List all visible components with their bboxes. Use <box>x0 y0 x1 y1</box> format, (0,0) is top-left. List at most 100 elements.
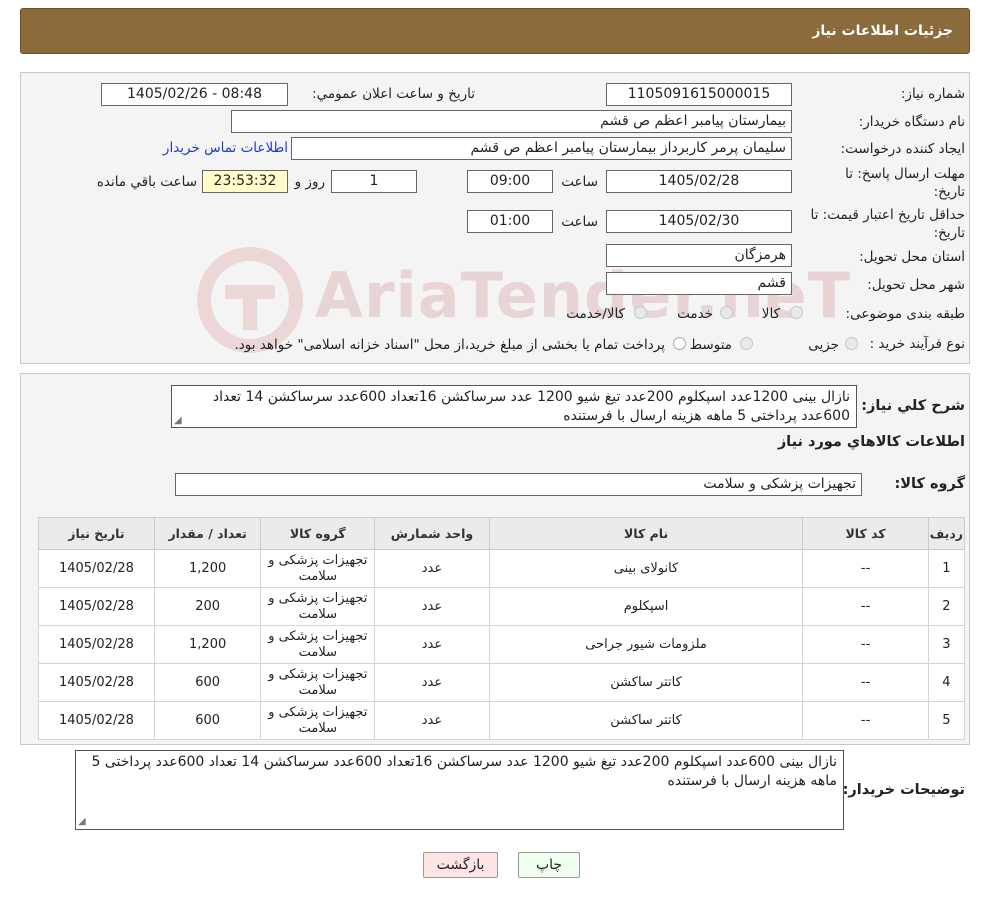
province-field: هرمزگان <box>606 244 792 267</box>
deadline-time-field: 09:00 <box>467 170 553 193</box>
cell-quantity: 1,200 <box>153 549 262 588</box>
buyer-contact-link[interactable]: اطلاعات تماس خریدار <box>163 140 288 156</box>
process-note: پرداخت تمام یا بخشی از مبلغ خرید،از محل … <box>234 337 665 353</box>
announce-datetime-field: 1405/02/26 - 08:48 <box>101 83 288 106</box>
summary-resize-handle-icon[interactable]: ◢ <box>174 416 184 426</box>
cell-group: تجهیزات پزشکی و سلامت <box>260 663 376 702</box>
cell-date: 1405/02/28 <box>38 587 155 626</box>
cell-quantity: 600 <box>153 663 262 702</box>
table-header-row: ردیف کد کالا نام کالا واحد شمارش گروه کا… <box>38 517 966 550</box>
cell-row-number: 5 <box>927 701 966 740</box>
buyer-org-field: بیمارستان پیامبر اعظم ص قشم <box>231 110 792 133</box>
cell-row-number: 4 <box>927 663 966 702</box>
table-row: 2 -- اسپکلوم عدد تجهیزات پزشکی و سلامت 2… <box>38 587 966 626</box>
remaining-time-field: 23:53:32 <box>202 170 288 193</box>
buyer-notes-resize-handle-icon[interactable]: ◢ <box>78 817 88 827</box>
cell-date: 1405/02/28 <box>38 625 155 664</box>
cell-name: ملزومات شیور جراحی <box>488 625 804 664</box>
cell-unit: عدد <box>374 625 490 664</box>
summary-text: نازال بینی 1200عدد اسپکلوم 200عدد تیغ شی… <box>212 389 850 424</box>
validity-time-field: 01:00 <box>467 210 553 233</box>
cell-unit: عدد <box>374 549 490 588</box>
deadline-label: مهلت ارسال پاسخ: تا <box>845 166 965 182</box>
table-row: 5 -- کاتتر ساکشن عدد تجهیزات پزشکی و سلا… <box>38 701 966 740</box>
summary-textarea[interactable]: نازال بینی 1200عدد اسپکلوم 200عدد تیغ شی… <box>171 385 857 428</box>
process-label: نوع فرآیند خرید : <box>869 336 965 352</box>
print-button[interactable]: چاپ <box>518 852 580 878</box>
cell-quantity: 1,200 <box>153 625 262 664</box>
validity-date-field: 1405/02/30 <box>606 210 792 233</box>
goods-group-label: گروه کالا: <box>894 476 965 492</box>
page-title: جزئیات اطلاعات نیاز <box>812 23 953 39</box>
cell-row-number: 3 <box>927 625 966 664</box>
cell-group: تجهیزات پزشکی و سلامت <box>260 701 376 740</box>
days-label: روز و <box>294 174 325 190</box>
category-radio-goods-service[interactable] <box>634 306 647 319</box>
deadline-label-date: تاریخ: <box>933 184 965 200</box>
cell-row-number: 1 <box>927 549 966 588</box>
col-header-row-number: ردیف <box>927 517 966 550</box>
goods-section-title: اطلاعات کالاهاي مورد نیاز <box>777 434 965 450</box>
cell-date: 1405/02/28 <box>38 549 155 588</box>
buyer-notes-textarea[interactable]: نازال بینی 600عدد اسپکلوم 200عدد تیغ شیو… <box>75 750 844 830</box>
need-number-label: شماره نیاز: <box>900 86 965 102</box>
cell-code: -- <box>802 549 929 588</box>
goods-group-field: تجهیزات پزشکی و سلامت <box>175 473 862 496</box>
category-radio-goods[interactable] <box>790 306 803 319</box>
deadline-time-label: ساعت <box>561 174 598 190</box>
buyer-org-label: نام دستگاه خریدار: <box>858 114 965 130</box>
cell-unit: عدد <box>374 663 490 702</box>
cell-name: کانولای بینی <box>488 549 804 588</box>
process-option-medium: متوسط <box>689 337 732 353</box>
process-radio-minor[interactable] <box>845 337 858 350</box>
treasury-checkbox[interactable] <box>673 337 686 350</box>
days-remaining-field: 1 <box>331 170 417 193</box>
buyer-notes-label: توضیحات خریدار: <box>842 782 965 798</box>
cell-group: تجهیزات پزشکی و سلامت <box>260 587 376 626</box>
cell-date: 1405/02/28 <box>38 701 155 740</box>
cell-unit: عدد <box>374 701 490 740</box>
process-option-minor: جزیی <box>808 337 839 353</box>
back-button[interactable]: بازگشت <box>423 852 498 878</box>
creator-label: ایجاد کننده درخواست: <box>840 141 965 157</box>
process-radio-medium[interactable] <box>740 337 753 350</box>
table-row: 4 -- کاتتر ساکشن عدد تجهیزات پزشکی و سلا… <box>38 663 966 702</box>
category-option-goods-service: کالا/خدمت <box>566 306 625 322</box>
col-header-quantity: تعداد / مقدار <box>153 517 262 550</box>
table-row: 3 -- ملزومات شیور جراحی عدد تجهیزات پزشک… <box>38 625 966 664</box>
province-label: استان محل تحویل: <box>859 249 965 265</box>
validity-time-label: ساعت <box>561 214 598 230</box>
category-option-service: خدمت <box>677 306 713 322</box>
cell-date: 1405/02/28 <box>38 663 155 702</box>
col-header-date: تاریخ نیاز <box>38 517 155 550</box>
cell-unit: عدد <box>374 587 490 626</box>
col-header-name: نام کالا <box>488 517 804 550</box>
category-radio-service[interactable] <box>720 306 733 319</box>
category-option-goods: کالا <box>761 306 780 322</box>
items-table: ردیف کد کالا نام کالا واحد شمارش گروه کا… <box>38 517 966 740</box>
cell-name: کاتتر ساکشن <box>488 663 804 702</box>
table-row: 1 -- کانولای بینی عدد تجهیزات پزشکی و سل… <box>38 549 966 588</box>
cell-name: کاتتر ساکشن <box>488 701 804 740</box>
announce-label: تاریخ و ساعت اعلان عمومي: <box>312 86 475 102</box>
validity-label: حداقل تاریخ اعتبار قیمت: تا <box>810 207 965 223</box>
cell-code: -- <box>802 701 929 740</box>
page-header: جزئیات اطلاعات نیاز <box>20 8 970 54</box>
creator-field: سلیمان پرمر کاربرداز بیمارستان پیامبر اع… <box>291 137 792 160</box>
col-header-group: گروه کالا <box>260 517 376 550</box>
cell-code: -- <box>802 663 929 702</box>
city-label: شهر محل تحویل: <box>867 277 965 293</box>
need-number-field: 1105091615000015 <box>606 83 792 106</box>
cell-quantity: 600 <box>153 701 262 740</box>
col-header-unit: واحد شمارش <box>374 517 490 550</box>
validity-label-date: تاریخ: <box>933 225 965 241</box>
cell-group: تجهیزات پزشکی و سلامت <box>260 625 376 664</box>
cell-row-number: 2 <box>927 587 966 626</box>
deadline-date-field: 1405/02/28 <box>606 170 792 193</box>
remaining-time-label: ساعت باقي مانده <box>96 174 197 190</box>
cell-code: -- <box>802 587 929 626</box>
col-header-code: کد کالا <box>802 517 929 550</box>
cell-name: اسپکلوم <box>488 587 804 626</box>
category-label: طبقه بندی موضوعی: <box>845 306 965 322</box>
city-field: قشم <box>606 272 792 295</box>
